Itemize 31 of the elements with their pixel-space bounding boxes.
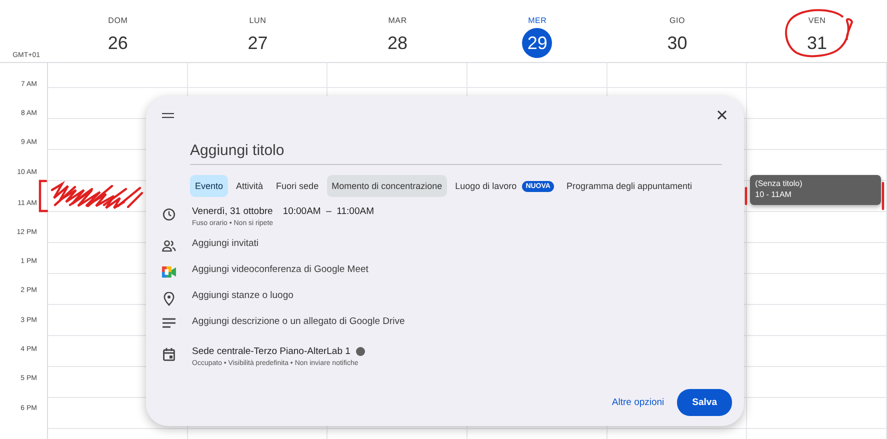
calendar-name[interactable]: Sede centrale-Terzo Piano-AlterLab 1 (192, 346, 350, 357)
event-type-tab[interactable]: Evento (190, 175, 228, 197)
event-title: (Senza titolo) (755, 178, 804, 189)
event-time: 10 - 11AM (755, 188, 792, 200)
event-block[interactable]: (Senza titolo) 10 - 11AM (750, 174, 881, 205)
weekday-label: GIO (669, 16, 686, 25)
save-button[interactable]: Salva (677, 389, 732, 416)
more-options-link[interactable]: Altre opzioni (612, 397, 664, 408)
event-date[interactable]: Venerdì, 31 ottobre (192, 206, 273, 217)
event-type-tab[interactable]: Luogo di lavoro (450, 175, 522, 197)
weekday-label: MER (528, 16, 547, 25)
title-field[interactable]: Aggiungi titolo (190, 138, 722, 165)
date-number[interactable]: 28 (382, 28, 413, 58)
event-type-tab[interactable]: Fuori sede (271, 175, 324, 197)
detail-option[interactable]: Aggiungi descrizione o un allegato di Google Drive (192, 316, 405, 327)
date-number[interactable]: 30 (662, 28, 692, 58)
date-number[interactable]: 29 (522, 28, 552, 58)
date-number[interactable]: 26 (102, 28, 133, 58)
event-time-range[interactable]: 10:00AM – 11:00AM (282, 206, 374, 217)
event-type-tab[interactable]: Attività (231, 175, 268, 197)
weekday-label: DOM (108, 16, 128, 25)
weekday-label: MAR (388, 16, 407, 25)
event-type-tab[interactable]: Programma degli appuntamenti (561, 175, 698, 197)
weekday-label: LUN (249, 16, 266, 25)
date-number[interactable]: 27 (242, 28, 273, 58)
event-type-tab[interactable]: Momento di concentrazione (326, 175, 448, 197)
detail-option[interactable]: Aggiungi videoconferenza di Google Meet (192, 264, 368, 275)
weekday-label: VEN (808, 16, 826, 25)
detail-option[interactable]: Aggiungi invitati (192, 238, 259, 249)
date-number[interactable]: 31 (802, 28, 832, 58)
detail-option[interactable]: Aggiungi stanze o luogo (192, 290, 294, 301)
